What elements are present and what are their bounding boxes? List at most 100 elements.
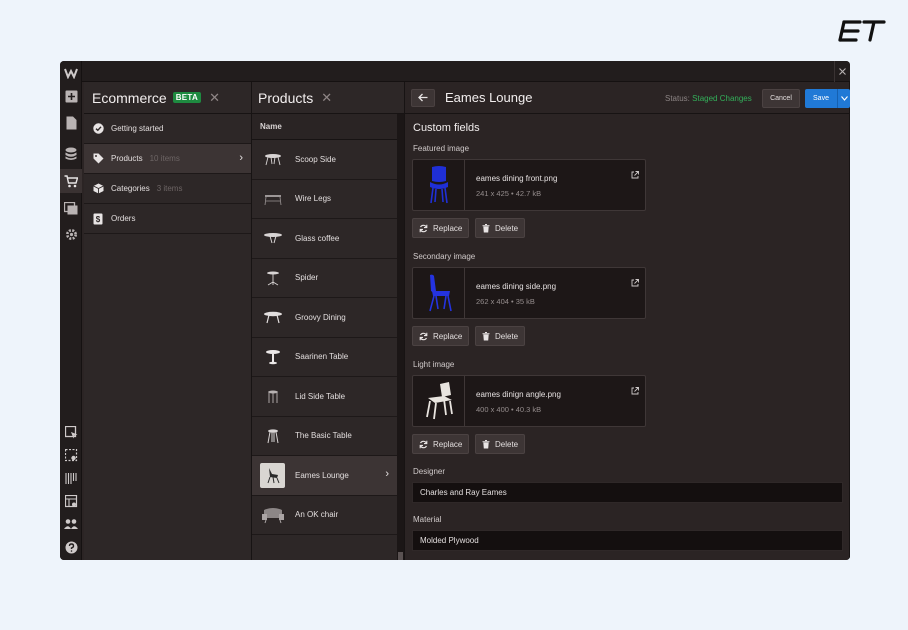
- external-link-icon[interactable]: [631, 166, 639, 184]
- nav-item-orders[interactable]: $ Orders: [84, 204, 251, 234]
- panel-title: Ecommerce: [92, 89, 167, 106]
- light-image-field[interactable]: eames dinign angle.png 400 x 400 • 40.3 …: [412, 375, 646, 427]
- ecommerce-panel: Ecommerce BETA ✕ Getting started Product…: [84, 82, 252, 560]
- replace-label: Replace: [433, 223, 463, 233]
- product-row[interactable]: An OK chair: [252, 496, 397, 535]
- replace-button[interactable]: Replace: [412, 434, 469, 454]
- delete-button[interactable]: Delete: [475, 326, 525, 346]
- back-button[interactable]: [411, 88, 435, 107]
- product-row[interactable]: Spider: [252, 259, 397, 298]
- product-name: An OK chair: [295, 510, 339, 520]
- add-icon[interactable]: [63, 88, 79, 104]
- delete-label: Delete: [495, 331, 519, 341]
- chevron-right-icon: ›: [385, 468, 389, 480]
- product-row[interactable]: Lid Side Table: [252, 377, 397, 417]
- nav-item-label: Orders: [111, 214, 136, 223]
- refresh-icon: [419, 332, 428, 341]
- product-row[interactable]: Saarinen Table: [252, 338, 397, 377]
- product-thumbnail: [260, 384, 285, 409]
- replace-button[interactable]: Replace: [412, 326, 469, 346]
- dollar-icon: $: [92, 213, 104, 225]
- box-icon: [92, 183, 104, 195]
- replace-label: Replace: [433, 331, 463, 341]
- product-row[interactable]: The Basic Table: [252, 417, 397, 456]
- column-header-name[interactable]: Name: [252, 114, 404, 140]
- product-detail-panel: Eames Lounge Status: Staged Changes Canc…: [405, 82, 850, 560]
- nav-item-products[interactable]: Products 10 items ›: [84, 144, 251, 174]
- code-icon[interactable]: [63, 470, 79, 486]
- tag-icon: [92, 153, 104, 165]
- beta-badge: BETA: [172, 92, 202, 103]
- external-link-icon[interactable]: [631, 382, 639, 400]
- nav-item-label: Getting started: [111, 124, 164, 133]
- product-name: Wire Legs: [295, 194, 332, 204]
- save-dropdown-icon[interactable]: [837, 89, 850, 108]
- external-link-icon[interactable]: [631, 274, 639, 292]
- product-thumbnail: [260, 502, 285, 527]
- nav-item-getting-started[interactable]: Getting started: [84, 114, 251, 144]
- preview-icon[interactable]: [63, 447, 79, 463]
- product-row[interactable]: Glass coffee: [252, 219, 397, 259]
- save-button-group: Save: [805, 89, 850, 108]
- help-icon[interactable]: [63, 539, 79, 555]
- designer-field[interactable]: Charles and Ray Eames: [412, 482, 843, 503]
- image-filename: eames dining front.png: [476, 174, 558, 183]
- delete-button[interactable]: Delete: [475, 434, 525, 454]
- products-scrollbar[interactable]: [397, 114, 404, 560]
- product-thumbnail: [260, 305, 285, 330]
- image-filename: eames dining side.png: [476, 282, 557, 291]
- webflow-logo-icon[interactable]: [63, 65, 79, 81]
- product-row-selected[interactable]: Eames Lounge ›: [252, 456, 397, 496]
- nav-item-label: Products: [111, 154, 143, 163]
- save-button[interactable]: Save: [805, 89, 837, 108]
- assets-icon[interactable]: [63, 200, 79, 216]
- nav-item-count: 10 items: [149, 154, 180, 163]
- product-thumbnail: [260, 147, 285, 172]
- status-text: Status: Staged Changes: [665, 94, 752, 103]
- product-row[interactable]: Groovy Dining: [252, 298, 397, 338]
- trash-icon: [482, 331, 490, 341]
- settings-icon[interactable]: [63, 226, 79, 242]
- product-row[interactable]: Scoop Side: [252, 140, 397, 180]
- check-circle-icon: [92, 123, 104, 135]
- image-preview: [413, 376, 465, 426]
- image-meta: 241 x 425 • 42.7 kB: [476, 189, 542, 198]
- product-name: Glass coffee: [295, 233, 340, 243]
- material-field[interactable]: Molded Plywood: [412, 530, 843, 551]
- replace-button[interactable]: Replace: [412, 218, 469, 238]
- image-preview: [413, 268, 465, 318]
- refresh-icon: [419, 440, 428, 449]
- scroll-thumb[interactable]: [398, 552, 403, 560]
- product-thumbnail: [260, 462, 285, 488]
- navigator-icon[interactable]: [63, 424, 79, 440]
- et-logo: [838, 20, 886, 42]
- image-meta: 400 x 400 • 40.3 kB: [476, 405, 542, 414]
- cms-icon[interactable]: [63, 146, 79, 162]
- product-row[interactable]: Wire Legs: [252, 180, 397, 219]
- left-toolbar: [60, 61, 82, 560]
- close-panel-icon[interactable]: ✕: [321, 90, 332, 106]
- svg-text:$: $: [96, 215, 101, 224]
- product-name: Eames Lounge: [295, 470, 349, 480]
- delete-label: Delete: [495, 439, 519, 449]
- detail-title: Eames Lounge: [445, 90, 533, 105]
- product-name: Lid Side Table: [295, 391, 346, 401]
- trash-icon: [482, 223, 490, 233]
- users-icon[interactable]: [63, 516, 79, 532]
- close-panel-icon[interactable]: ✕: [209, 90, 220, 106]
- material-label: Material: [413, 515, 442, 524]
- featured-image-field[interactable]: eames dining front.png 241 x 425 • 42.7 …: [412, 159, 646, 211]
- product-thumbnail: [260, 423, 285, 448]
- image-filename: eames dinign angle.png: [476, 390, 561, 399]
- audit-icon[interactable]: [63, 493, 79, 509]
- close-window-icon[interactable]: [834, 61, 850, 82]
- secondary-image-field[interactable]: eames dining side.png 262 x 404 • 35 kB: [412, 267, 646, 319]
- delete-button[interactable]: Delete: [475, 218, 525, 238]
- pages-icon[interactable]: [63, 115, 79, 131]
- product-name: The Basic Table: [295, 431, 352, 441]
- nav-item-categories[interactable]: Categories 3 items: [84, 174, 251, 204]
- ecommerce-icon[interactable]: [60, 169, 82, 193]
- ecommerce-panel-header: Ecommerce BETA ✕: [84, 82, 251, 114]
- nav-item-count: 3 items: [156, 184, 183, 193]
- cancel-button[interactable]: Cancel: [762, 89, 800, 108]
